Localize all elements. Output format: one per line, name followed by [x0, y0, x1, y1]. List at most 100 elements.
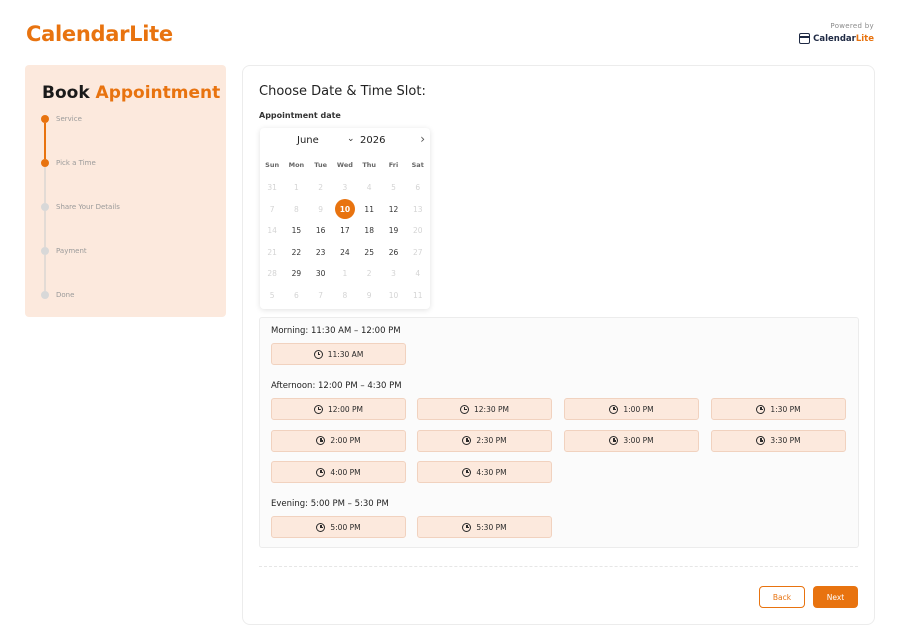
year-input[interactable]: 2026	[360, 135, 385, 146]
calendar-day[interactable]: 26	[381, 242, 405, 264]
step-connector	[44, 211, 46, 247]
time-slot-button[interactable]: 12:00 PM	[271, 398, 406, 420]
powered-by-label: Powered by	[830, 22, 874, 30]
calendar-day[interactable]: 18	[357, 220, 381, 242]
calendar-day-number: 30	[315, 269, 326, 279]
chevron-right-icon[interactable]: ›	[420, 132, 425, 146]
calendar-day-number: 18	[364, 226, 374, 236]
time-slot-button[interactable]: 4:30 PM	[417, 461, 552, 483]
calendar-day: 28	[260, 263, 284, 285]
time-slot-button[interactable]: 5:00 PM	[271, 516, 406, 538]
calendar-day-number: 24	[340, 247, 350, 257]
calendar-day-number: 5	[269, 290, 275, 300]
time-slot-button[interactable]: 4:00 PM	[271, 461, 406, 483]
time-slot-button[interactable]: 12:30 PM	[417, 398, 552, 420]
calendar-day: 2	[357, 263, 381, 285]
calendar-day[interactable]: 17	[333, 220, 357, 242]
calendar-day: 8	[333, 285, 357, 307]
time-slot-button[interactable]: 2:00 PM	[271, 429, 406, 452]
calendar-day-number: 4	[366, 183, 372, 193]
clock-icon	[609, 404, 619, 414]
clock-icon	[462, 467, 472, 477]
time-slot-label: 1:00 PM	[623, 404, 654, 414]
sidebar-title-b: Appointment	[95, 83, 221, 103]
weekday-header: Sun Mon Tue Wed Thu Fri Sat	[260, 161, 430, 169]
clock-icon	[756, 404, 766, 414]
powered-by-brand[interactable]: Calendar Lite	[799, 33, 874, 44]
month-select[interactable]: June	[297, 135, 319, 146]
calendar-day[interactable]: 19	[381, 220, 405, 242]
time-slot-button[interactable]: 1:30 PM	[711, 398, 846, 420]
calendar-day[interactable]: 24	[333, 242, 357, 264]
calendar-day-number: 15	[291, 226, 302, 236]
calendar-day-number: 2	[318, 183, 324, 193]
time-slot-label: 2:30 PM	[476, 436, 507, 445]
time-slot-button[interactable]: 5:30 PM	[417, 516, 552, 538]
calendar-day[interactable]: 29	[284, 263, 308, 285]
step-item: Done	[41, 291, 74, 299]
step-connector	[44, 167, 46, 203]
appointment-date-label: Appointment date	[259, 111, 341, 120]
calendar-day-number: 7	[269, 204, 275, 214]
calendar-day-number: 14	[267, 226, 277, 236]
step-item: Service	[41, 115, 82, 123]
calendar-day: 11	[406, 285, 430, 307]
clock-icon	[316, 436, 326, 445]
calendar-day[interactable]: 30	[309, 263, 333, 285]
calendar-day[interactable]: 22	[284, 242, 308, 264]
step-connector	[44, 123, 46, 159]
booking-steps-sidebar: Book Appointment Service Pick a Time Share…	[25, 65, 226, 317]
slot-group-title: Afternoon: 12:00 PM – 4:30 PM	[271, 381, 402, 391]
weekday-label: Sun	[265, 161, 280, 169]
step-dot-icon	[41, 203, 49, 211]
calendar-day-number: 29	[291, 269, 302, 279]
calendar-day: 1	[284, 177, 308, 199]
weekday-label: Sat	[411, 161, 424, 169]
time-slot-button[interactable]: 2:30 PM	[417, 429, 552, 452]
app-logo: CalendarLite	[26, 22, 173, 46]
calendar-day[interactable]: 16	[309, 220, 333, 242]
calendar-day[interactable]: 15	[284, 220, 308, 242]
time-slot-button[interactable]: 3:30 PM	[711, 429, 846, 452]
calendar-day-number: 25	[364, 247, 374, 257]
calendar-week: 21 22 23 24 25 26 27	[260, 242, 430, 264]
weekday-label: Fri	[388, 161, 399, 169]
time-slot-button[interactable]: 1:00 PM	[564, 398, 699, 420]
next-button[interactable]: Next	[813, 586, 858, 608]
calendar-day-number: 9	[318, 204, 324, 214]
calendar-week: 5 6 7 8 9 10 11	[260, 285, 430, 307]
calendar-day-number: 17	[340, 226, 350, 236]
step-item: Share Your Details	[41, 203, 120, 211]
time-slot-button[interactable]: 3:00 PM	[564, 429, 699, 452]
calendar-day-number: 10	[334, 199, 355, 220]
powered-by: Powered by Calendar Lite	[799, 22, 874, 44]
sidebar-title-a: Book	[42, 83, 96, 103]
calendar-day-number: 6	[415, 183, 421, 193]
calendar-day-number: 11	[364, 204, 374, 214]
calendar-day: 4	[357, 177, 381, 199]
calendar-day: 13	[406, 199, 430, 221]
time-slot-label: 2:00 PM	[330, 436, 361, 445]
sidebar-title: Book Appointment	[42, 83, 220, 103]
clock-icon	[462, 522, 472, 532]
calendar-day: 7	[309, 285, 333, 307]
calendar-icon	[799, 33, 811, 44]
back-button[interactable]: Back	[759, 586, 805, 608]
main-panel: Choose Date & Time Slot: Appointment dat…	[242, 65, 875, 625]
calendar-day[interactable]: 11	[357, 199, 381, 221]
calendar-day[interactable]: 12	[381, 199, 405, 221]
calendar-day: 2	[309, 177, 333, 199]
step-dot-icon	[41, 247, 49, 255]
clock-icon	[316, 522, 326, 532]
calendar-week: 14 15 16 17 18 19 20	[260, 220, 430, 242]
chevron-down-icon[interactable]: ⌄	[347, 134, 355, 144]
step-label: Service	[56, 115, 82, 123]
calendar-day: 8	[284, 199, 308, 221]
calendar-day: 7	[260, 199, 284, 221]
time-slot-button[interactable]: 11:30 AM	[271, 343, 406, 365]
calendar-day[interactable]: 25	[357, 242, 381, 264]
step-label: Share Your Details	[56, 203, 120, 211]
calendar-day-number: 31	[267, 183, 277, 193]
calendar-day[interactable]: 23	[309, 242, 333, 264]
calendar-day-selected[interactable]: 10	[333, 199, 357, 221]
